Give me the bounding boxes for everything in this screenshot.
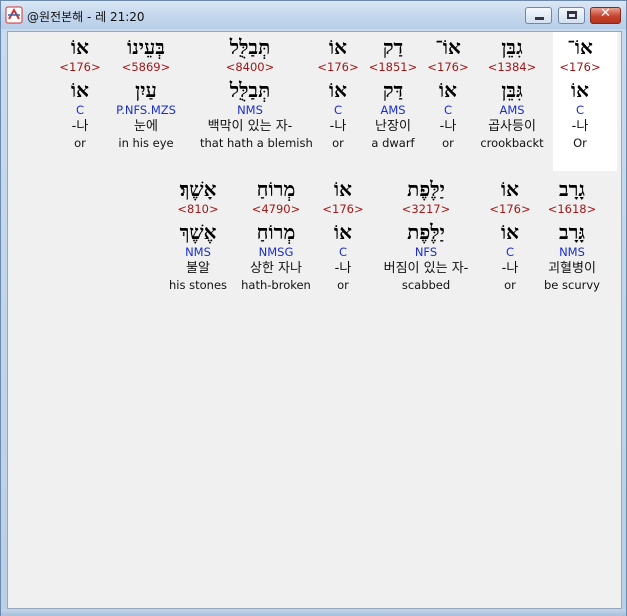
hebrew-word: תְּבַלֻּל [229,35,271,59]
word-column[interactable]: אוֹ <176> אוֹ C -나 or [30,34,130,150]
morphology-code: C [333,103,343,117]
hebrew-lemma: תְּבַלֻּל [229,78,271,102]
window-bottom-border [1,609,626,616]
strong-number[interactable]: <810> [148,202,248,217]
morphology-code: C [75,103,85,117]
korean-gloss: -나 [329,119,347,134]
minimize-button[interactable] [525,7,552,24]
strong-number[interactable]: <8400> [200,60,300,75]
close-icon: ✕ [600,6,611,21]
korean-gloss: -나 [71,119,89,134]
morphology-code: NMS [237,103,263,117]
hebrew-lemma: אוֹ [329,78,347,102]
english-gloss: that hath a blemish [200,136,313,150]
word-column[interactable]: תְּבַלֻּל <8400> תְּבַלֻּל NMS 백막이 있는 자-… [200,34,313,150]
english-gloss: his stones [168,278,228,292]
title-bar[interactable]: @원전본해 - 레 21:20 ✕ [1,1,626,29]
app-window: @원전본해 - 레 21:20 ✕ אוֹ־ <176> אוֹ C -나 Or… [0,0,627,616]
minimize-icon [535,17,544,20]
hebrew-word: אוֹ [71,35,89,59]
app-icon [5,6,23,24]
morphology-code: NMS [185,245,211,259]
hebrew-word: אָשֶׁךְ׃ [179,177,217,201]
window-title: @원전본해 - 레 21:20 [27,10,145,24]
interlinear-panel: אוֹ־ <176> אוֹ C -나 Or גִבֵּן <1384> גִּ… [7,31,622,609]
english-gloss: or [74,136,86,150]
hebrew-lemma: אוֹ [71,78,89,102]
korean-gloss: 불알 [186,261,210,276]
word-column[interactable]: אָשֶׁךְ׃ <810> אֶשֶׁךְ NMS 불알 his stones [148,176,248,292]
word-column[interactable]: אוֹ <176> אוֹ C -나 or [288,34,388,150]
maximize-icon [567,11,577,19]
hebrew-word: אוֹ [329,35,347,59]
korean-gloss: 백막이 있는 자- [207,119,293,134]
strong-number[interactable]: <176> [288,60,388,75]
maximize-button[interactable] [558,7,585,24]
hebrew-lemma: אֶשֶׁךְ [179,220,217,244]
strong-number[interactable]: <176> [30,60,130,75]
close-button[interactable]: ✕ [590,6,621,24]
